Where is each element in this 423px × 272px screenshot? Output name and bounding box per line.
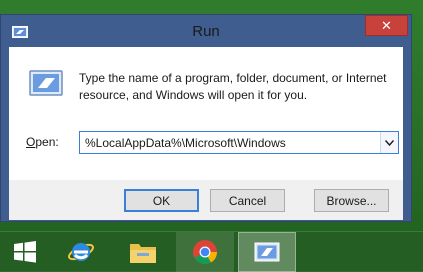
dialog-description: Type the name of a program, folder, docu… (79, 71, 387, 102)
open-combobox[interactable] (79, 131, 399, 154)
chevron-down-icon (385, 139, 394, 146)
taskbar-file-explorer[interactable] (114, 232, 172, 272)
browse-button[interactable]: Browse... (314, 189, 389, 212)
internet-explorer-icon (68, 243, 94, 261)
open-input[interactable] (80, 132, 380, 153)
window-title: Run (192, 23, 220, 40)
title-bar[interactable]: Run ✕ (1, 15, 411, 47)
dropdown-button[interactable] (380, 132, 398, 153)
ok-button[interactable]: OK (124, 189, 199, 212)
open-label: Open: (26, 135, 59, 149)
run-program-icon (29, 70, 63, 96)
open-label-accelerator: O (26, 135, 36, 149)
start-button[interactable] (0, 232, 50, 272)
button-bar: OK Cancel Browse... (9, 180, 403, 220)
taskbar-chrome[interactable] (176, 232, 234, 272)
file-explorer-icon (130, 244, 156, 263)
chrome-icon (193, 240, 217, 265)
run-dialog: Run ✕ Type the name of a program, folder… (0, 14, 412, 222)
close-icon: ✕ (381, 18, 392, 33)
dialog-content: Type the name of a program, folder, docu… (9, 47, 403, 180)
run-icon (254, 242, 280, 262)
taskbar-internet-explorer[interactable] (52, 232, 110, 272)
close-button[interactable]: ✕ (365, 15, 408, 36)
taskbar-run[interactable] (238, 232, 296, 272)
windows-start-icon (14, 241, 36, 263)
cancel-button[interactable]: Cancel (210, 189, 285, 212)
taskbar (0, 231, 423, 272)
open-label-text: pen: (35, 135, 59, 149)
